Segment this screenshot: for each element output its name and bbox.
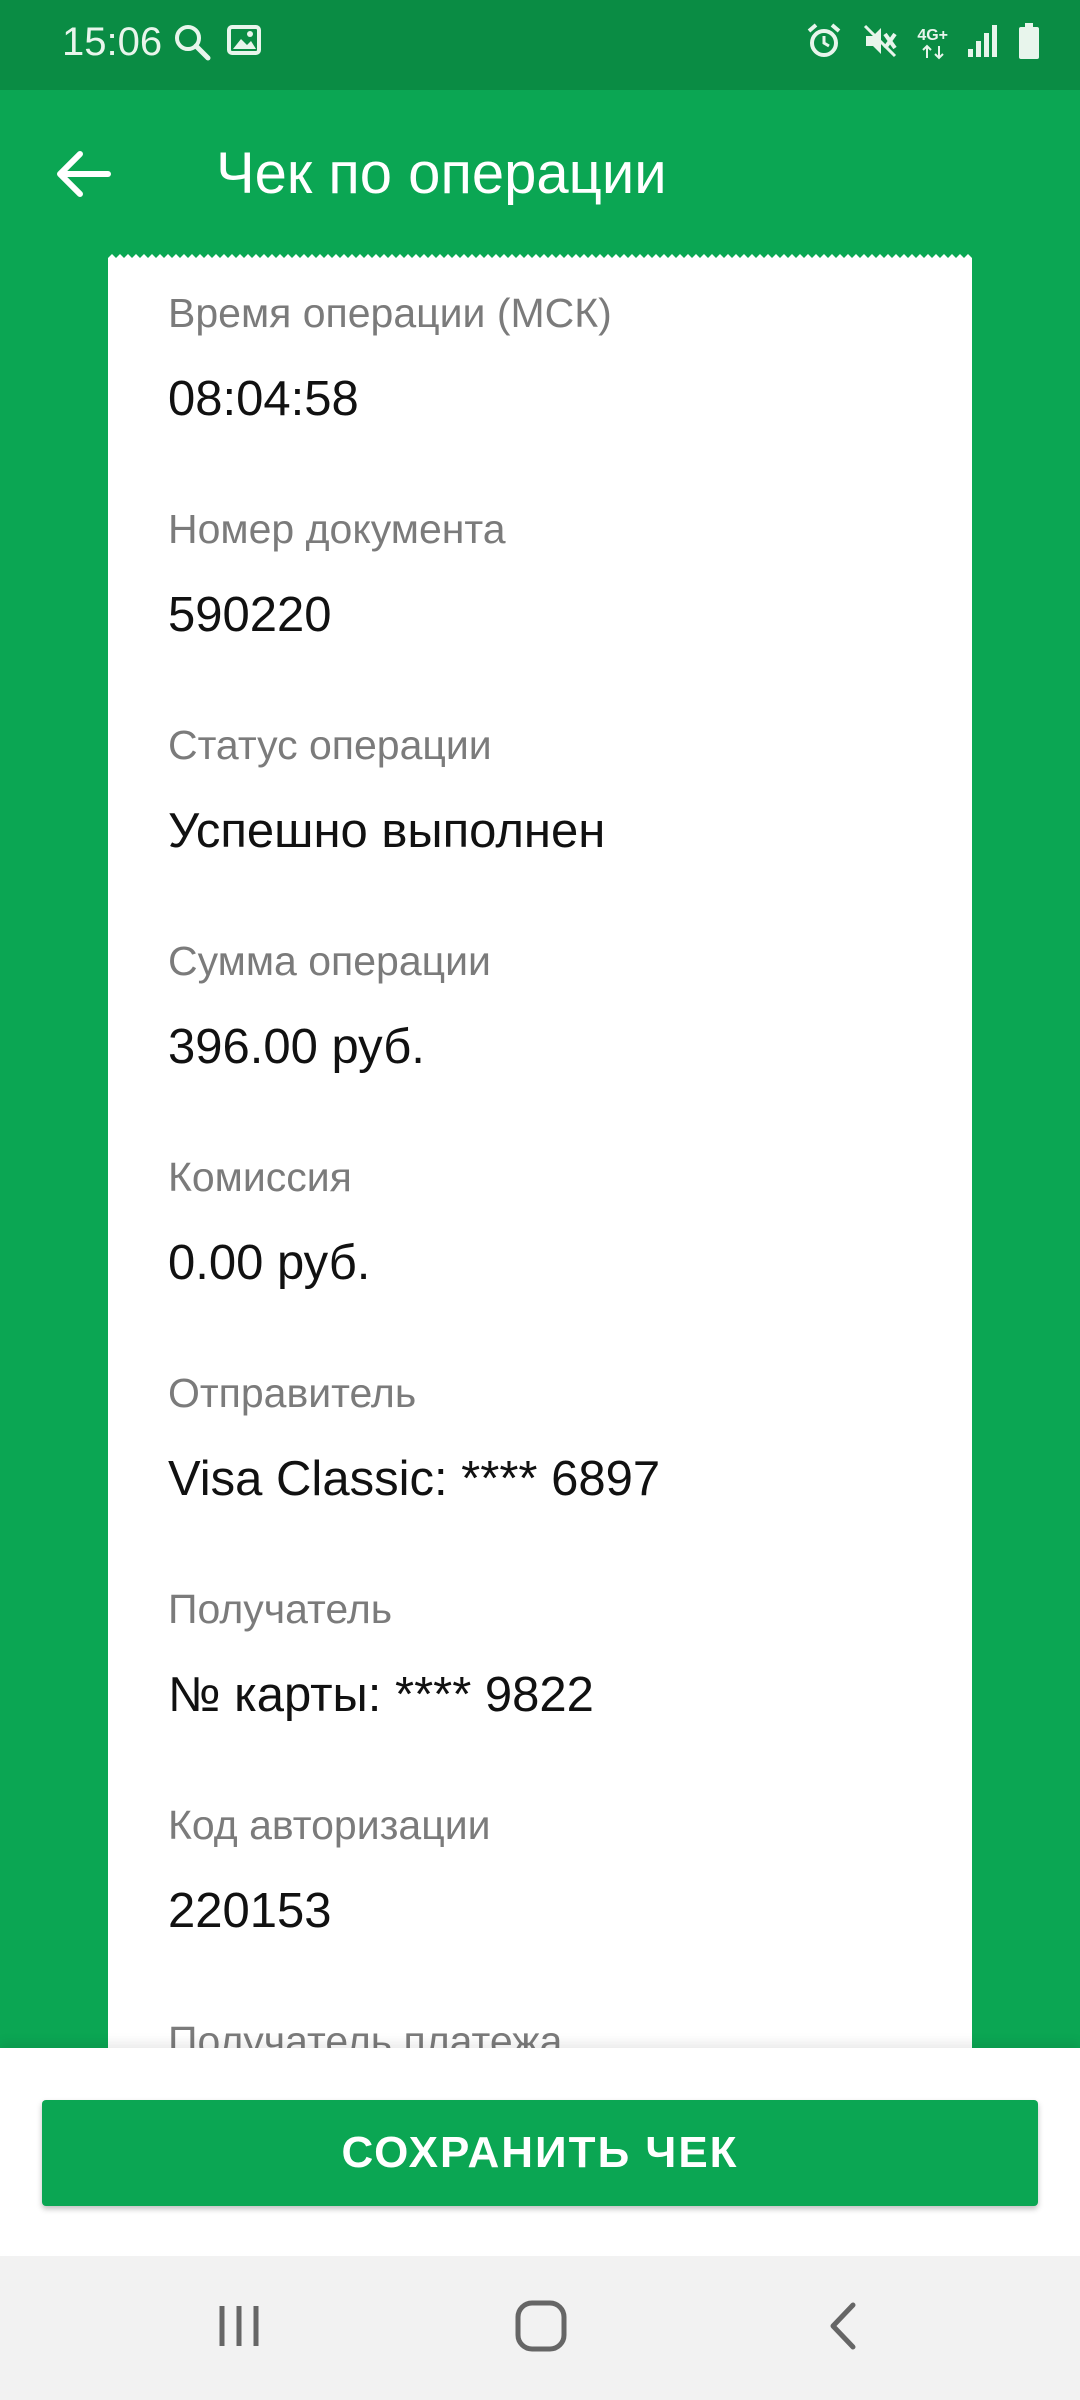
field-operation-amount: Сумма операции 396.00 руб. <box>168 938 491 1075</box>
home-button[interactable] <box>496 2286 586 2370</box>
field-label: Код авторизации <box>168 1802 491 1848</box>
field-value: 590220 <box>168 588 332 642</box>
field-value: Visa Classic: **** 6897 <box>168 1452 661 1506</box>
field-commission: Комиссия 0.00 руб. <box>168 1154 370 1291</box>
field-label: Получатель платежа <box>168 2018 563 2048</box>
mute-icon <box>861 22 899 65</box>
battery-icon <box>1018 22 1040 65</box>
field-label: Номер документа <box>168 506 506 552</box>
recent-apps-icon <box>214 2302 264 2355</box>
field-value: 220153 <box>168 1884 332 1938</box>
field-sender: Отправитель Visa Classic: **** 6897 <box>168 1370 660 1507</box>
search-icon <box>172 22 212 67</box>
recent-apps-button[interactable] <box>194 2286 284 2370</box>
field-label: Отправитель <box>168 1370 417 1416</box>
field-operation-time: Время операции (МСК) 08:04:58 <box>168 290 612 427</box>
field-authorization-code: Код авторизации 220153 <box>168 1802 491 1939</box>
field-document-number: Номер документа 590220 <box>168 506 506 643</box>
network-label: 4G+ <box>917 26 948 44</box>
field-value: 0.00 руб. <box>168 1236 371 1290</box>
4g-data-icon: 4G+ <box>917 26 948 60</box>
save-receipt-button[interactable]: СОХРАНИТЬ ЧЕК <box>42 2100 1038 2206</box>
field-value: Успешно выполнен <box>168 804 606 858</box>
signal-icon <box>966 23 1000 64</box>
back-button[interactable] <box>44 136 124 216</box>
field-value: № карты: **** 9822 <box>168 1668 594 1722</box>
nav-back-button[interactable] <box>798 2286 888 2370</box>
field-value: 08:04:58 <box>168 372 359 426</box>
field-label: Комиссия <box>168 1154 352 1200</box>
field-label: Сумма операции <box>168 938 491 984</box>
arrow-left-icon <box>56 150 112 203</box>
app-bar: Чек по операции <box>0 90 1080 260</box>
field-label: Время операции (МСК) <box>168 290 612 336</box>
receipt-card[interactable]: Время операции (МСК) 08:04:58 Номер доку… <box>108 258 972 2048</box>
home-icon <box>514 2299 568 2358</box>
system-nav-bar <box>0 2256 1080 2400</box>
field-payment-recipient: Получатель платежа <box>168 2018 562 2048</box>
alarm-icon <box>805 22 843 65</box>
bottom-panel: СОХРАНИТЬ ЧЕК <box>0 2048 1080 2256</box>
status-time: 15:06 <box>62 20 163 64</box>
field-operation-status: Статус операции Успешно выполнен <box>168 722 605 859</box>
field-value: 396.00 руб. <box>168 1020 425 1074</box>
status-right-icons: 4G+ <box>805 22 1040 65</box>
field-label: Получатель <box>168 1586 393 1632</box>
field-recipient: Получатель № карты: **** 9822 <box>168 1586 594 1723</box>
field-label: Статус операции <box>168 722 492 768</box>
image-icon <box>226 22 262 67</box>
page-title: Чек по операции <box>216 141 667 206</box>
status-bar: 15:06 4G+ <box>0 0 1080 90</box>
back-icon <box>823 2301 863 2356</box>
status-left-icons <box>172 22 262 67</box>
